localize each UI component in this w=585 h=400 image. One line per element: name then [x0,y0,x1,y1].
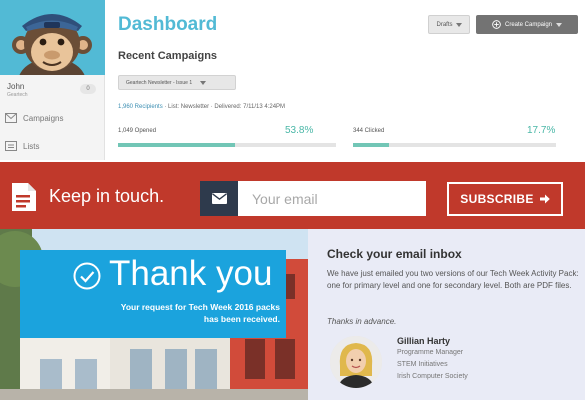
drafts-label: Drafts [436,21,453,28]
person-role: Programme Manager [397,349,464,356]
document-icon [12,183,36,211]
arrow-right-icon [539,194,550,204]
check-circle-icon [73,262,101,290]
email-signup [200,181,426,216]
list-value: Newsletter [180,104,210,110]
delivered-label: Delivered: [214,104,242,110]
envelope-icon [211,193,227,204]
list-label: List: [168,104,180,110]
dashboard-screenshot: John Geartech 0 Campaigns Lists Dashboar… [0,0,585,160]
chevron-down-icon [200,80,207,85]
campaign-meta: 1,960 Recipients · List: Newsletter · De… [118,104,286,110]
person-portrait [330,336,382,388]
clicked-progress-fill [353,143,389,147]
envelope-icon [5,113,17,123]
subscribe-button[interactable]: SUBSCRIBE [447,182,563,216]
inbox-title: Check your email inbox [327,247,462,261]
list-icon [5,141,17,151]
person-dept: STEM Initiatives [397,361,448,368]
thank-you-message: Your request for Tech Week 2016 packs ha… [120,302,280,324]
person-org: Irish Computer Society [397,373,468,380]
chimp-mascot-icon [12,14,92,75]
opened-label: 1,049 Opened [118,128,157,134]
clicked-label: 344 Clicked [353,128,385,134]
notification-count[interactable]: 0 [80,84,96,94]
page-title: Dashboard [118,14,218,35]
delivered-value: 7/11/13 4:24PM [243,104,286,110]
avatar [0,0,105,75]
thank-you-heading: Thank you [109,254,273,293]
opened-progress-fill [118,143,236,147]
sidebar-item-label: Campaigns [23,113,64,123]
thanks-note: Thanks in advance. [327,317,397,326]
chevron-down-icon [556,22,563,27]
person-name: Gillian Harty [397,336,451,346]
sidebar-item-label: Lists [23,141,40,151]
section-title: Recent Campaigns [118,50,218,62]
drafts-dropdown[interactable]: Drafts [428,15,470,34]
person-photo [330,336,382,388]
clicked-progress [353,143,556,147]
sidebar-item-campaigns[interactable]: Campaigns [5,111,63,125]
sidebar: John Geartech 0 Campaigns Lists [0,0,105,160]
user-org: Geartech [7,92,28,98]
opened-progress [118,143,336,147]
campaign-select-value: Geartech Newsletter - Issue 1 [126,79,193,86]
sidebar-item-lists[interactable]: Lists [5,139,39,153]
campaign-select[interactable]: Geartech Newsletter - Issue 1 [118,75,236,90]
recipients-link[interactable]: 1,960 Recipients [118,104,163,110]
subscribe-tagline: Keep in touch. [49,186,165,206]
chevron-down-icon [455,22,462,27]
create-campaign-label: Create Campaign [504,21,553,28]
opened-percent: 53.8% [285,125,314,136]
clicked-percent: 17.7% [527,125,556,136]
email-icon-box [200,181,238,216]
email-input[interactable] [238,181,426,216]
plus-circle-icon [492,20,501,29]
inbox-body: We have just emailed you two versions of… [327,269,579,290]
create-campaign-button[interactable]: Create Campaign [476,15,578,34]
user-name: John [7,82,25,91]
subscribe-label: SUBSCRIBE [460,192,534,206]
